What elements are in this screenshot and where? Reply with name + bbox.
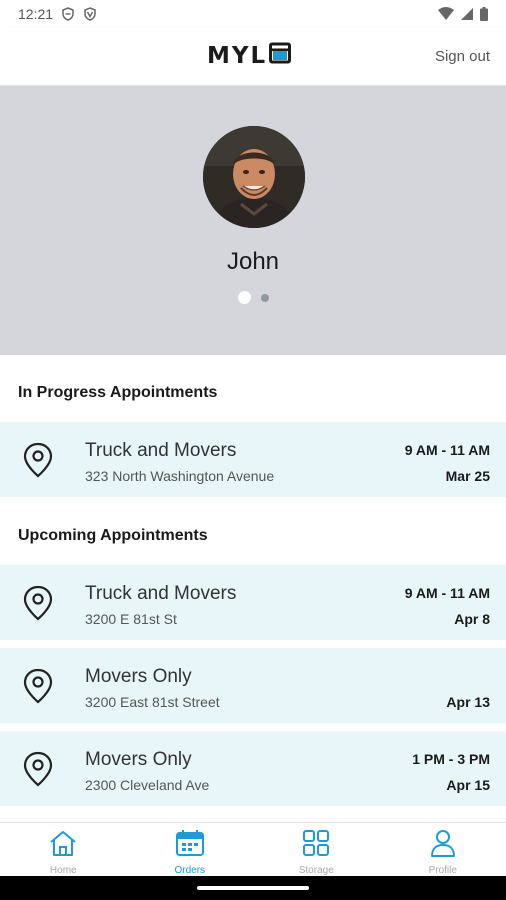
person-icon (428, 829, 458, 862)
appointment-address: 2300 Cleveland Ave (85, 777, 210, 793)
system-navigation-bar (0, 876, 506, 900)
appointment-date: Apr 15 (446, 777, 490, 793)
location-pin-icon (22, 751, 54, 792)
calendar-icon (175, 829, 205, 862)
status-time: 12:21 (18, 6, 54, 22)
profile-hero: John (0, 86, 506, 355)
appointment-card[interactable]: Movers Only 3200 East 81st Street Apr 13 (0, 648, 506, 723)
home-icon (48, 829, 78, 862)
appointment-title: Movers Only (85, 666, 192, 687)
location-pin-icon (22, 668, 54, 709)
cellular-signal-icon (460, 7, 474, 21)
appointment-address: 3200 E 81st St (85, 611, 177, 627)
sign-out-button[interactable]: Sign out (435, 48, 490, 65)
battery-icon (480, 7, 488, 21)
home-gesture-handle[interactable] (197, 886, 309, 890)
carousel-dot[interactable] (260, 293, 269, 302)
appointment-date: Apr 8 (454, 611, 490, 627)
appointment-card[interactable]: Movers Only 2300 Cleveland Ave 1 PM - 3 … (0, 731, 506, 806)
bottom-nav: Home Orders Storage Profile (0, 822, 506, 876)
location-pin-icon (22, 585, 54, 626)
nav-label-orders: Orders (174, 865, 206, 876)
in-progress-heading: In Progress Appointments (18, 384, 218, 401)
nav-item-orders[interactable]: Orders (127, 823, 254, 876)
nav-item-storage[interactable]: Storage (253, 823, 380, 876)
nav-item-profile[interactable]: Profile (380, 823, 506, 876)
nav-label-storage: Storage (298, 865, 334, 876)
appointment-date: Apr 13 (446, 694, 490, 710)
appointment-title: Truck and Movers (85, 583, 237, 604)
appointment-card[interactable]: Truck and Movers 3200 E 81st St 9 AM - 1… (0, 565, 506, 640)
carousel-dot-active[interactable] (237, 291, 251, 304)
shield-icon (61, 7, 75, 21)
nav-item-home[interactable]: Home (0, 823, 127, 876)
app-logo: MYL (207, 42, 292, 69)
logo-text: MYL (207, 42, 268, 69)
appointment-time: 9 AM - 11 AM (404, 585, 490, 601)
location-pin-icon (22, 442, 54, 483)
box-icon (269, 42, 292, 69)
app-header: MYL Sign out (0, 28, 506, 86)
appointment-time: 1 PM - 3 PM (412, 751, 490, 767)
upcoming-heading: Upcoming Appointments (18, 527, 208, 544)
grid-icon (301, 829, 331, 862)
avatar (203, 126, 305, 228)
appointment-title: Truck and Movers (85, 440, 237, 461)
nav-label-home: Home (49, 865, 77, 876)
appointment-time: 9 AM - 11 AM (404, 442, 490, 458)
appointment-address: 323 North Washington Avenue (85, 468, 275, 484)
status-bar: 12:21 (0, 0, 506, 28)
carousel-indicator[interactable] (0, 291, 506, 304)
appointment-date: Mar 25 (445, 468, 490, 484)
profile-name: John (226, 248, 280, 275)
nav-label-profile: Profile (428, 865, 457, 876)
appointment-title: Movers Only (85, 749, 192, 770)
wifi-icon (438, 7, 454, 21)
appointment-card[interactable]: Truck and Movers 323 North Washington Av… (0, 422, 506, 497)
appointment-address: 3200 East 81st Street (85, 694, 220, 710)
vpn-shield-icon (83, 7, 97, 21)
